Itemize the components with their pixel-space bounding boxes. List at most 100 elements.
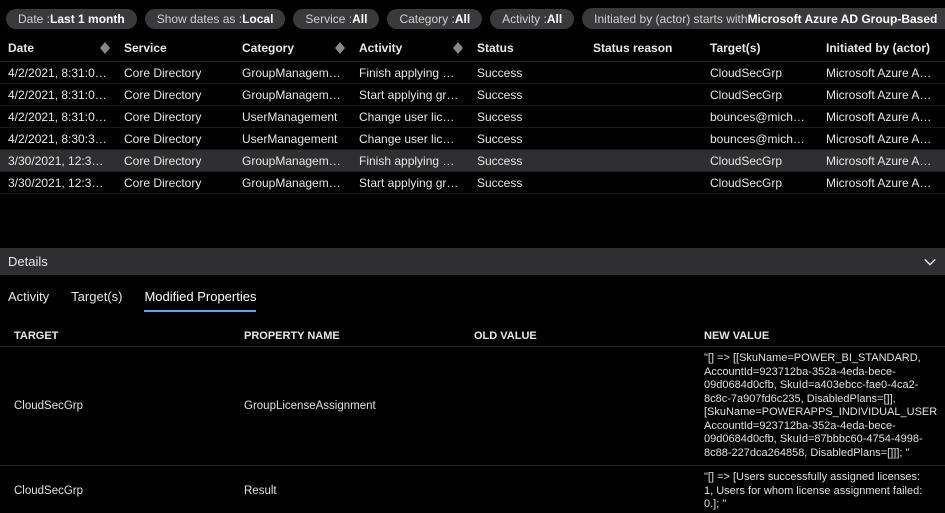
prop-name: GroupLicenseAssignment bbox=[238, 347, 468, 465]
col-category-label: Category bbox=[242, 41, 294, 55]
table-cell-status_reason[interactable] bbox=[585, 84, 702, 106]
filter-date[interactable]: Date : Last 1 month bbox=[6, 9, 137, 29]
col-activity[interactable]: Activity bbox=[351, 35, 469, 62]
table-cell-status_reason[interactable] bbox=[585, 62, 702, 84]
col-service-label: Service bbox=[124, 41, 167, 55]
table-cell-initiated_by[interactable]: Microsoft Azure AD Grou... bbox=[818, 172, 945, 194]
table-cell-activity[interactable]: Start applying group bas... bbox=[351, 84, 469, 106]
props-header: TARGET PROPERTY NAME OLD VALUE NEW VALUE bbox=[0, 326, 945, 346]
filter-date-label: Date : bbox=[18, 12, 50, 26]
table-cell-status[interactable]: Success bbox=[469, 84, 585, 106]
sort-icon bbox=[335, 42, 345, 54]
filter-activity-value: All bbox=[547, 12, 562, 26]
table-cell-category[interactable]: GroupManagement bbox=[234, 62, 351, 84]
prop-old bbox=[468, 347, 698, 465]
table-cell-status[interactable]: Success bbox=[469, 128, 585, 150]
filter-show-dates-value: Local bbox=[242, 12, 273, 26]
table-cell-targets[interactable]: CloudSecGrp bbox=[702, 62, 818, 84]
table-cell-status_reason[interactable] bbox=[585, 172, 702, 194]
col-date[interactable]: Date bbox=[0, 35, 116, 62]
table-cell-initiated_by[interactable]: Microsoft Azure AD Grou... bbox=[818, 106, 945, 128]
table-cell-date[interactable]: 4/2/2021, 8:31:04 AM bbox=[0, 62, 116, 84]
table-cell-initiated_by[interactable]: Microsoft Azure AD Grou... bbox=[818, 62, 945, 84]
table-cell-targets[interactable]: CloudSecGrp bbox=[702, 84, 818, 106]
table-cell-activity[interactable]: Change user license bbox=[351, 128, 469, 150]
table-cell-status_reason[interactable] bbox=[585, 150, 702, 172]
table-cell-status[interactable]: Success bbox=[469, 150, 585, 172]
props-body: CloudSecGrpGroupLicenseAssignment "[] => … bbox=[0, 346, 945, 513]
table-cell-initiated_by[interactable]: Microsoft Azure AD Grou... bbox=[818, 84, 945, 106]
props-row: CloudSecGrpResult"[] => [Users successfu… bbox=[0, 465, 945, 513]
tab-activity[interactable]: Activity bbox=[8, 289, 49, 312]
props-col-property: PROPERTY NAME bbox=[238, 326, 468, 346]
table-cell-service[interactable]: Core Directory bbox=[116, 150, 234, 172]
details-label: Details bbox=[8, 254, 48, 269]
table-cell-category[interactable]: UserManagement bbox=[234, 128, 351, 150]
table-cell-category[interactable]: UserManagement bbox=[234, 106, 351, 128]
filter-service[interactable]: Service : All bbox=[293, 9, 379, 29]
filter-activity-label: Activity : bbox=[502, 12, 547, 26]
filter-show-dates-label: Show dates as : bbox=[157, 12, 242, 26]
table-cell-date[interactable]: 4/2/2021, 8:31:02 AM bbox=[0, 106, 116, 128]
table-cell-status_reason[interactable] bbox=[585, 106, 702, 128]
table-cell-targets[interactable]: CloudSecGrp bbox=[702, 172, 818, 194]
filter-category[interactable]: Category : All bbox=[387, 9, 482, 29]
table-cell-targets[interactable]: bounces@michev.info bbox=[702, 106, 818, 128]
col-status-reason-label: Status reason bbox=[593, 41, 672, 55]
sort-icon bbox=[100, 42, 110, 54]
table-cell-category[interactable]: GroupManagement bbox=[234, 84, 351, 106]
table-cell-date[interactable]: 4/2/2021, 8:31:04 AM bbox=[0, 84, 116, 106]
details-header[interactable]: Details bbox=[0, 248, 945, 275]
table-cell-activity[interactable]: Finish applying group ba... bbox=[351, 150, 469, 172]
col-targets-label: Target(s) bbox=[710, 41, 760, 55]
audit-log-table: Date Service Category Activity Status St… bbox=[0, 35, 945, 194]
table-cell-date[interactable]: 3/30/2021, 12:31:44 PM bbox=[0, 172, 116, 194]
table-cell-category[interactable]: GroupManagement bbox=[234, 150, 351, 172]
filter-category-label: Category : bbox=[399, 12, 454, 26]
table-cell-status[interactable]: Success bbox=[469, 106, 585, 128]
table-cell-initiated_by[interactable]: Microsoft Azure AD Grou... bbox=[818, 128, 945, 150]
table-cell-activity[interactable]: Finish applying group ba... bbox=[351, 62, 469, 84]
table-cell-service[interactable]: Core Directory bbox=[116, 128, 234, 150]
filter-bar: Date : Last 1 month Show dates as : Loca… bbox=[0, 0, 945, 35]
prop-target: CloudSecGrp bbox=[8, 347, 238, 465]
props-col-new: NEW VALUE bbox=[698, 326, 937, 346]
table-cell-status_reason[interactable] bbox=[585, 128, 702, 150]
col-initiated-by-label: Initiated by (actor) bbox=[826, 41, 930, 55]
table-cell-service[interactable]: Core Directory bbox=[116, 62, 234, 84]
prop-name: Result bbox=[238, 466, 468, 513]
prop-new: "[] => [[SkuName=POWER_BI_STANDARD, Acco… bbox=[698, 347, 937, 465]
filter-activity[interactable]: Activity : All bbox=[490, 9, 574, 29]
tab-targets[interactable]: Target(s) bbox=[71, 289, 122, 312]
filter-service-label: Service : bbox=[305, 12, 352, 26]
col-targets[interactable]: Target(s) bbox=[702, 35, 818, 62]
props-row: CloudSecGrpGroupLicenseAssignment "[] => … bbox=[0, 346, 945, 465]
table-cell-targets[interactable]: bounces@michev.info bbox=[702, 128, 818, 150]
table-cell-service[interactable]: Core Directory bbox=[116, 172, 234, 194]
table-cell-service[interactable]: Core Directory bbox=[116, 106, 234, 128]
sort-icon bbox=[453, 42, 463, 54]
table-cell-initiated_by[interactable]: Microsoft Azure AD Grou... bbox=[818, 150, 945, 172]
col-activity-label: Activity bbox=[359, 41, 402, 55]
table-cell-status[interactable]: Success bbox=[469, 172, 585, 194]
table-cell-category[interactable]: GroupManagement bbox=[234, 172, 351, 194]
col-initiated-by[interactable]: Initiated by (actor) bbox=[818, 35, 945, 62]
col-category[interactable]: Category bbox=[234, 35, 351, 62]
filter-show-dates-as[interactable]: Show dates as : Local bbox=[145, 9, 286, 29]
table-cell-activity[interactable]: Change user license bbox=[351, 106, 469, 128]
prop-target: CloudSecGrp bbox=[8, 466, 238, 513]
table-cell-targets[interactable]: CloudSecGrp bbox=[702, 150, 818, 172]
table-cell-service[interactable]: Core Directory bbox=[116, 84, 234, 106]
table-cell-date[interactable]: 4/2/2021, 8:30:31 AM bbox=[0, 128, 116, 150]
filter-date-value: Last 1 month bbox=[50, 12, 125, 26]
filter-initiated-by[interactable]: Initiated by (actor) starts with Microso… bbox=[582, 8, 945, 29]
col-status[interactable]: Status bbox=[469, 35, 585, 62]
tab-modified-properties[interactable]: Modified Properties bbox=[144, 289, 256, 312]
filter-category-value: All bbox=[455, 12, 470, 26]
col-status-reason[interactable]: Status reason bbox=[585, 35, 702, 62]
col-service[interactable]: Service bbox=[116, 35, 234, 62]
table-cell-date[interactable]: 3/30/2021, 12:31:45 PM bbox=[0, 150, 116, 172]
props-col-target: TARGET bbox=[8, 326, 238, 346]
table-cell-activity[interactable]: Start applying group bas... bbox=[351, 172, 469, 194]
table-cell-status[interactable]: Success bbox=[469, 62, 585, 84]
